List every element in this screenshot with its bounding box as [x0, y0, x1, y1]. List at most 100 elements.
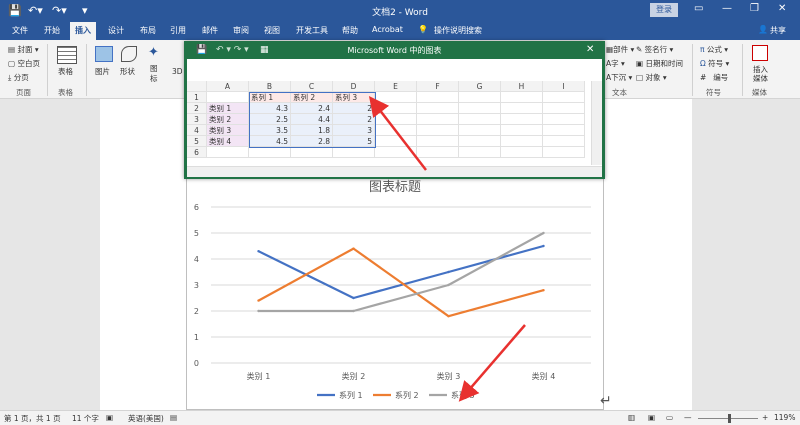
zoom-out-icon[interactable]: —: [684, 413, 692, 422]
spreadsheet-cell[interactable]: [417, 125, 459, 136]
tab-references[interactable]: 引用: [170, 25, 186, 36]
spreadsheet-cell[interactable]: 类别 3: [207, 125, 249, 136]
spreadsheet-cell[interactable]: [459, 147, 501, 158]
column-header[interactable]: A: [207, 81, 249, 92]
spreadsheet-cell[interactable]: 系列 1: [249, 92, 291, 103]
number-button[interactable]: #ﾠ编号: [700, 72, 728, 83]
chart-title[interactable]: 图表标题: [369, 180, 421, 195]
column-header[interactable]: G: [459, 81, 501, 92]
spreadsheet-cell[interactable]: [501, 125, 543, 136]
column-header[interactable]: D: [333, 81, 375, 92]
spreadsheet-cell[interactable]: [291, 147, 333, 158]
proofing-icon[interactable]: ▣: [106, 413, 113, 422]
restore-icon[interactable]: ❐: [750, 3, 759, 14]
tab-help[interactable]: 帮助: [342, 25, 358, 36]
spreadsheet-cell[interactable]: [459, 125, 501, 136]
spreadsheet-cell[interactable]: [375, 114, 417, 125]
spreadsheet-cell[interactable]: [459, 103, 501, 114]
spreadsheet-cell[interactable]: [375, 125, 417, 136]
spreadsheet-cell[interactable]: [501, 147, 543, 158]
excel-save-icon[interactable]: 💾: [196, 45, 207, 55]
spreadsheet-cell[interactable]: 系列 2: [291, 92, 333, 103]
spreadsheet-cell[interactable]: [543, 103, 585, 114]
select-all-corner[interactable]: [187, 81, 207, 92]
row-header[interactable]: 6: [187, 147, 207, 158]
spreadsheet-cell[interactable]: [459, 114, 501, 125]
spreadsheet-cell[interactable]: [501, 114, 543, 125]
spreadsheet-cell[interactable]: [501, 103, 543, 114]
spreadsheet-cell[interactable]: [501, 136, 543, 147]
row-header[interactable]: 1: [187, 92, 207, 103]
zoom-level[interactable]: 119%: [774, 413, 795, 422]
spreadsheet-cell[interactable]: 2.5: [249, 114, 291, 125]
spreadsheet-cell[interactable]: 2.8: [291, 136, 333, 147]
tab-design[interactable]: 设计: [108, 25, 124, 36]
quick-parts-button[interactable]: ▦部件 ▾: [606, 44, 634, 55]
column-header[interactable]: I: [543, 81, 585, 92]
spreadsheet-cell[interactable]: [375, 147, 417, 158]
page-break-button[interactable]: ⤓ 分页: [8, 72, 29, 83]
spreadsheet-grid[interactable]: A B C D E F G H I 1 系列 1 系列 2 系列 3 2 类别 1 4.3 2.4 2 3 类别 22…: [187, 81, 602, 177]
insert-media-button-line2[interactable]: 媒体: [753, 73, 768, 84]
close-icon[interactable]: ✕: [778, 3, 786, 14]
page-count[interactable]: 第 1 页，共 1 页: [4, 413, 61, 424]
excel-undo-icon[interactable]: ↶ ▾ ↷ ▾: [216, 45, 249, 55]
vertical-scrollbar[interactable]: [591, 81, 602, 165]
column-header[interactable]: F: [417, 81, 459, 92]
tab-view[interactable]: 视图: [264, 25, 280, 36]
minimize-icon[interactable]: —: [722, 3, 732, 14]
signature-line-button[interactable]: ✎ 签名行 ▾: [636, 44, 673, 55]
spreadsheet-cell[interactable]: 类别 4: [207, 136, 249, 147]
spreadsheet-cell[interactable]: [417, 136, 459, 147]
spreadsheet-cell[interactable]: [375, 103, 417, 114]
shapes-button[interactable]: 形状: [120, 66, 135, 77]
row-header[interactable]: 2: [187, 103, 207, 114]
spreadsheet-cell[interactable]: 类别 2: [207, 114, 249, 125]
table-button[interactable]: 表格: [58, 66, 73, 77]
spreadsheet-cell[interactable]: 系列 3: [333, 92, 375, 103]
edit-in-excel-icon[interactable]: ▦: [260, 45, 269, 55]
tab-layout[interactable]: 布局: [140, 25, 156, 36]
date-time-button[interactable]: ▣ 日期和时间: [636, 58, 683, 69]
tab-acrobat[interactable]: Acrobat: [372, 25, 403, 34]
spreadsheet-cell[interactable]: 2.4: [291, 103, 333, 114]
login-button[interactable]: 登录: [650, 3, 678, 17]
spreadsheet-cell[interactable]: [207, 92, 249, 103]
spreadsheet-cell[interactable]: [543, 136, 585, 147]
spreadsheet-cell[interactable]: [417, 147, 459, 158]
column-header[interactable]: B: [249, 81, 291, 92]
share-button[interactable]: 共享: [770, 25, 786, 36]
tab-file[interactable]: 文件: [12, 25, 28, 36]
spreadsheet-cell[interactable]: [543, 114, 585, 125]
spreadsheet-cell[interactable]: [417, 92, 459, 103]
spreadsheet-cell[interactable]: [501, 92, 543, 103]
zoom-in-icon[interactable]: +: [762, 413, 768, 422]
spreadsheet-cell[interactable]: [459, 136, 501, 147]
object-button[interactable]: □ 对象 ▾: [636, 72, 667, 83]
web-layout-icon[interactable]: ▭: [666, 413, 673, 422]
row-header[interactable]: 5: [187, 136, 207, 147]
spreadsheet-cell[interactable]: 2: [333, 114, 375, 125]
tab-mailings[interactable]: 邮件: [202, 25, 218, 36]
cover-page-button[interactable]: ▤ 封面 ▾: [8, 44, 39, 55]
spreadsheet-cell[interactable]: [207, 147, 249, 158]
tab-review[interactable]: 审阅: [233, 25, 249, 36]
spreadsheet-cell[interactable]: [375, 136, 417, 147]
language-indicator[interactable]: 英语(美国): [128, 413, 164, 424]
spreadsheet-cell[interactable]: 4.3: [249, 103, 291, 114]
column-header[interactable]: E: [375, 81, 417, 92]
spreadsheet-cell[interactable]: [543, 92, 585, 103]
row-header[interactable]: 3: [187, 114, 207, 125]
word-count[interactable]: 11 个字: [72, 413, 99, 424]
read-mode-icon[interactable]: ▥: [628, 413, 635, 422]
excel-chart-data-window[interactable]: Microsoft Word 中的图表 💾 ↶ ▾ ↷ ▾ ▦ ✕ ABCDEF…: [184, 41, 605, 179]
spreadsheet-cell[interactable]: 1.8: [291, 125, 333, 136]
horizontal-scrollbar[interactable]: [187, 166, 602, 177]
spreadsheet-cell[interactable]: 4.5: [249, 136, 291, 147]
spreadsheet-cell[interactable]: [417, 103, 459, 114]
spreadsheet-cell[interactable]: 5: [333, 136, 375, 147]
row-header[interactable]: 4: [187, 125, 207, 136]
tab-insert[interactable]: 插入: [70, 22, 96, 40]
wordart-button[interactable]: A字 ▾: [606, 58, 625, 69]
spreadsheet-cell[interactable]: [417, 114, 459, 125]
